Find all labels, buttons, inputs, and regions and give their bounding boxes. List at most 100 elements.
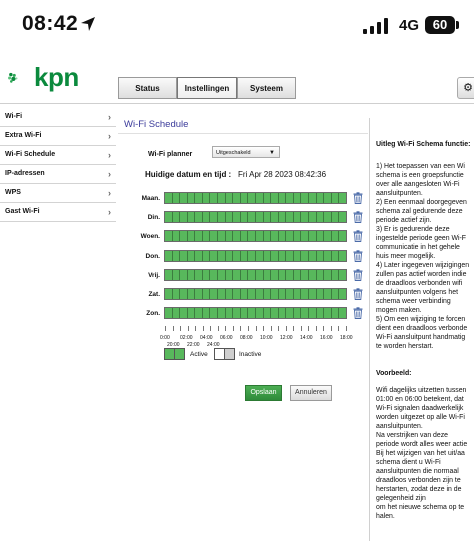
schedule-cell[interactable] [218,212,226,222]
schedule-cell[interactable] [210,289,219,299]
save-button[interactable]: Opslaan [245,385,282,401]
schedule-cell[interactable] [240,308,249,318]
schedule-cell[interactable] [202,270,211,280]
schedule-cell[interactable] [263,270,272,280]
sidebar-item-gast-wifi[interactable]: Gast Wi-Fi › [0,203,116,222]
schedule-cell[interactable] [225,231,234,241]
schedule-cell[interactable] [180,231,188,241]
schedule-cell[interactable] [248,289,256,299]
schedule-cell[interactable] [301,212,309,222]
schedule-cell[interactable] [316,231,325,241]
schedule-cell[interactable] [210,212,219,222]
schedule-cell[interactable] [286,193,294,203]
schedule-cell[interactable] [240,251,249,261]
schedule-cell[interactable] [278,212,287,222]
schedule-cell[interactable] [316,289,325,299]
schedule-cell[interactable] [286,270,294,280]
schedule-cell[interactable] [248,308,256,318]
schedule-cell[interactable] [172,308,181,318]
schedule-cell[interactable] [331,193,340,203]
schedule-cell[interactable] [255,270,264,280]
schedule-cell[interactable] [271,212,279,222]
trash-icon[interactable] [353,307,363,319]
schedule-cell[interactable] [324,251,332,261]
schedule-cell[interactable] [225,270,234,280]
schedule-cell[interactable] [301,251,309,261]
schedule-cell[interactable] [301,270,309,280]
schedule-cell[interactable] [165,308,173,318]
schedule-cell[interactable] [271,289,279,299]
schedule-cell[interactable] [293,289,302,299]
schedule-cell[interactable] [202,308,211,318]
schedule-cell[interactable] [339,193,346,203]
schedule-cell[interactable] [187,289,196,299]
schedule-cell[interactable] [278,289,287,299]
schedule-cell[interactable] [165,231,173,241]
schedule-cell[interactable] [301,308,309,318]
schedule-cell[interactable] [301,289,309,299]
schedule-cell[interactable] [195,308,203,318]
sidebar-item-wifi[interactable]: Wi-Fi › [0,108,116,127]
schedule-cell[interactable] [187,193,196,203]
schedule-cell[interactable] [308,212,317,222]
schedule-cell[interactable] [331,231,340,241]
schedule-cell[interactable] [225,251,234,261]
schedule-cell[interactable] [180,212,188,222]
schedule-cell[interactable] [225,212,234,222]
tab-status[interactable]: Status [118,77,177,99]
schedule-cell[interactable] [218,308,226,318]
sidebar-item-wps[interactable]: WPS › [0,184,116,203]
schedule-cell[interactable] [331,212,340,222]
trash-icon[interactable] [353,269,363,281]
schedule-cell[interactable] [172,251,181,261]
schedule-cell[interactable] [240,289,249,299]
schedule-cell[interactable] [263,212,272,222]
schedule-cell[interactable] [263,193,272,203]
schedule-cell[interactable] [316,212,325,222]
schedule-cell[interactable] [293,270,302,280]
schedule-cell[interactable] [293,212,302,222]
schedule-cell[interactable] [248,212,256,222]
schedule-cell[interactable] [172,231,181,241]
schedule-cell[interactable] [308,289,317,299]
schedule-cell[interactable] [233,308,241,318]
schedule-cell[interactable] [240,193,249,203]
schedule-cell[interactable] [202,212,211,222]
schedule-cell[interactable] [271,308,279,318]
schedule-cell[interactable] [308,231,317,241]
schedule-cell[interactable] [263,289,272,299]
schedule-cell[interactable] [180,308,188,318]
schedule-cell[interactable] [172,289,181,299]
schedule-cell[interactable] [165,289,173,299]
schedule-cell[interactable] [233,212,241,222]
schedule-cell[interactable] [271,231,279,241]
schedule-cell[interactable] [293,193,302,203]
schedule-cell[interactable] [195,270,203,280]
schedule-cell[interactable] [255,193,264,203]
schedule-cell[interactable] [263,251,272,261]
schedule-cell[interactable] [210,308,219,318]
schedule-cell[interactable] [316,251,325,261]
schedule-cell[interactable] [339,251,346,261]
schedule-cell[interactable] [324,270,332,280]
schedule-cell[interactable] [172,212,181,222]
schedule-cell[interactable] [240,270,249,280]
schedule-cell[interactable] [202,231,211,241]
schedule-cell[interactable] [286,231,294,241]
schedule-cell[interactable] [233,193,241,203]
schedule-cell[interactable] [255,289,264,299]
schedule-cell[interactable] [278,251,287,261]
schedule-cell[interactable] [233,289,241,299]
schedule-cell[interactable] [165,212,173,222]
schedule-cell[interactable] [316,193,325,203]
sidebar-item-wifi-schedule[interactable]: Wi-Fi Schedule › [0,146,116,165]
tab-instellingen[interactable]: Instellingen [177,77,237,99]
schedule-cell[interactable] [187,308,196,318]
schedule-cell[interactable] [225,193,234,203]
schedule-cell[interactable] [255,308,264,318]
schedule-cell[interactable] [271,251,279,261]
schedule-cell[interactable] [195,231,203,241]
schedule-cell[interactable] [324,231,332,241]
schedule-cell[interactable] [339,212,346,222]
schedule-cell[interactable] [187,251,196,261]
